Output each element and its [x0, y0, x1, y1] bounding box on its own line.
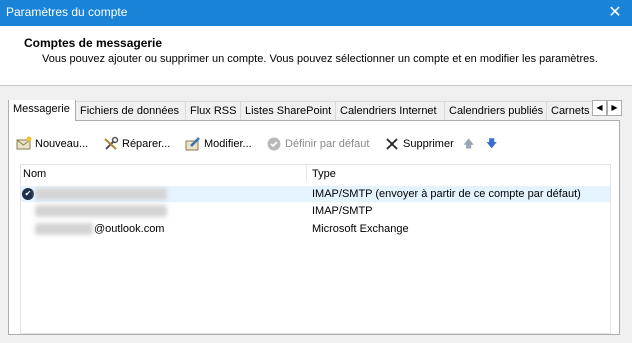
tab-scroll-left-icon[interactable]: ◀ — [592, 100, 607, 116]
account-email-domain: @outlook.com — [94, 223, 165, 235]
section-title: Comptes de messagerie — [24, 36, 163, 50]
move-up-icon[interactable]: 🡅 — [463, 135, 474, 153]
title-bar: Paramètres du compte ✕ — [0, 0, 632, 26]
account-name: @outlook.com — [35, 223, 165, 236]
tab-fichiers-donnees[interactable]: Fichiers de données — [75, 101, 186, 121]
tab-calendriers-publies[interactable]: Calendriers publiés — [444, 101, 547, 121]
tab-listes-sharepoint[interactable]: Listes SharePoint — [240, 101, 336, 121]
modify-button-label: Modifier... — [204, 138, 252, 150]
repair-button-label: Réparer... — [122, 138, 171, 150]
dialog-header: Comptes de messagerie Vous pouvez ajoute… — [0, 26, 632, 86]
tab-strip: Messagerie Fichiers de données Flux RSS … — [8, 100, 592, 121]
delete-button[interactable]: Supprimer — [384, 135, 454, 153]
account-type: IMAP/SMTP (envoyer à partir de ce compte… — [312, 188, 581, 200]
column-divider[interactable] — [306, 165, 307, 181]
section-description: Vous pouvez ajouter ou supprimer un comp… — [42, 53, 598, 65]
tab-messagerie[interactable]: Messagerie — [8, 100, 76, 121]
account-row[interactable]: @outlook.com Microsoft Exchange — [21, 221, 610, 237]
new-button-label: Nouveau... — [35, 138, 89, 150]
window-title: Paramètres du compte — [6, 5, 128, 19]
account-type: Microsoft Exchange — [312, 223, 409, 235]
new-account-icon — [16, 136, 32, 152]
repair-icon — [103, 136, 119, 152]
tab-scroll-right-icon[interactable]: ▶ — [607, 100, 622, 116]
column-header-name[interactable]: Nom — [23, 165, 46, 182]
account-list: Nom Type ✔ IMAP/SMTP (envoyer à partir d… — [20, 164, 611, 334]
account-type: IMAP/SMTP — [312, 205, 373, 217]
account-name — [35, 188, 167, 201]
tab-flux-rss[interactable]: Flux RSS — [185, 101, 241, 121]
delete-button-label: Supprimer — [403, 138, 454, 150]
account-row[interactable]: ✔ IMAP/SMTP (envoyer à partir de ce comp… — [21, 186, 610, 202]
account-name — [35, 205, 167, 218]
modify-button[interactable]: Modifier... — [185, 135, 252, 153]
new-button[interactable]: Nouveau... — [16, 135, 88, 153]
column-header-type[interactable]: Type — [312, 165, 336, 182]
tab-calendriers-internet[interactable]: Calendriers Internet — [335, 101, 445, 121]
move-down-icon[interactable]: 🡇 — [486, 135, 497, 153]
check-circle-icon — [266, 136, 282, 152]
default-account-icon: ✔ — [22, 188, 34, 200]
close-icon[interactable]: ✕ — [598, 0, 632, 26]
set-default-button[interactable]: Définir par défaut — [266, 135, 369, 153]
tab-carnets-adresses[interactable]: Carnets d'adresses — [546, 101, 592, 121]
modify-icon — [185, 136, 201, 152]
delete-icon — [384, 136, 400, 152]
repair-button[interactable]: Réparer... — [103, 135, 170, 153]
account-row[interactable]: IMAP/SMTP — [21, 203, 610, 219]
set-default-button-label: Définir par défaut — [285, 138, 370, 150]
